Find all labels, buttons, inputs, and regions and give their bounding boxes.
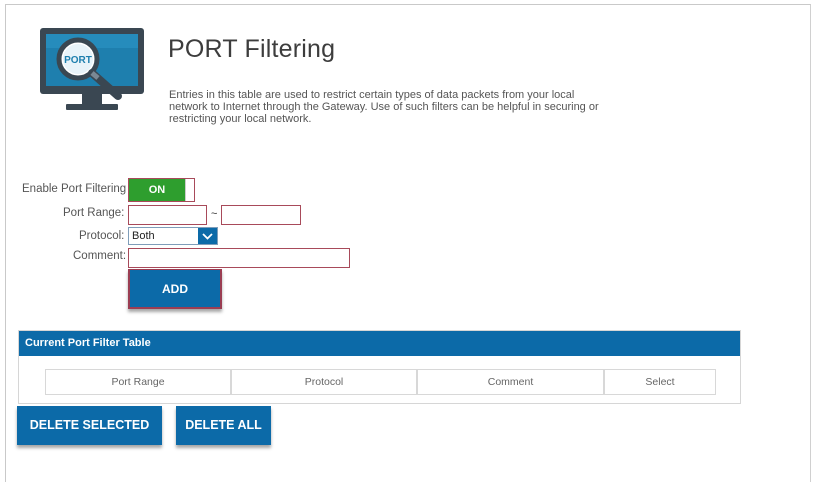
column-header-port-range: Port Range	[45, 369, 231, 395]
column-header-comment: Comment	[417, 369, 604, 395]
delete-all-button[interactable]: DELETE ALL	[176, 406, 271, 445]
toggle-knob	[185, 179, 194, 201]
chevron-down-icon[interactable]	[198, 228, 217, 244]
protocol-label: Protocol:	[79, 230, 125, 242]
port-range-separator: ~	[211, 208, 218, 220]
page-title: PORT Filtering	[168, 35, 336, 63]
protocol-select[interactable]: Both	[128, 227, 218, 245]
port-range-label: Port Range:	[63, 207, 125, 219]
protocol-selected-value: Both	[132, 230, 155, 242]
comment-label: Comment:	[73, 250, 127, 262]
comment-input[interactable]	[128, 248, 350, 268]
page-description: Entries in this table are used to restri…	[169, 89, 599, 125]
port-monitor-icon: PORT	[36, 26, 156, 116]
port-range-end-input[interactable]	[221, 205, 301, 225]
logo-text: PORT	[64, 55, 92, 66]
port-filtering-toggle[interactable]: ON	[128, 178, 195, 202]
column-header-select: Select	[604, 369, 716, 395]
toggle-state-label: ON	[129, 179, 185, 201]
port-filter-table: Current Port Filter Table Port Range Pro…	[18, 330, 741, 404]
enable-port-filtering-label: Enable Port Filtering	[22, 183, 127, 195]
table-title: Current Port Filter Table	[19, 331, 740, 356]
port-range-start-input[interactable]	[128, 205, 207, 225]
delete-selected-button[interactable]: DELETE SELECTED	[17, 406, 162, 445]
column-header-protocol: Protocol	[231, 369, 417, 395]
add-button[interactable]: ADD	[128, 269, 222, 309]
